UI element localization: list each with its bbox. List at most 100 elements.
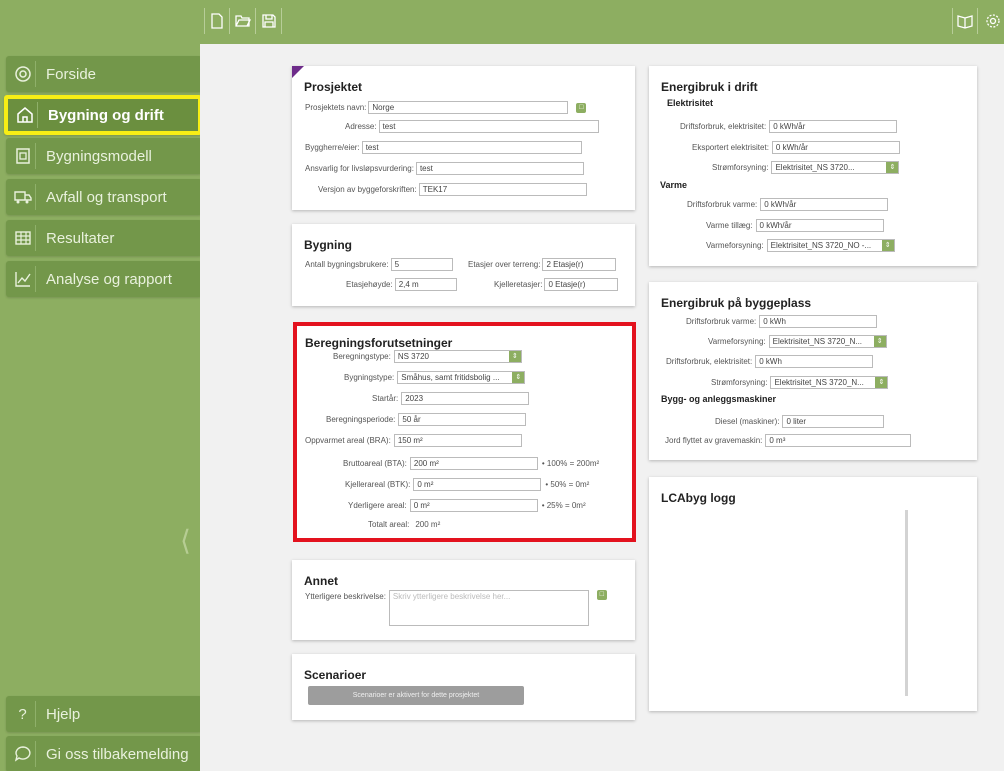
chevron-updown-icon: ⇕ — [873, 336, 886, 347]
row-varmefors: Varmeforsyning: Elektrisitet_NS 3720_NO … — [706, 239, 895, 252]
bygg-drift-el-input[interactable]: 0 kWh — [755, 355, 874, 368]
nav-forside[interactable]: Forside — [6, 56, 202, 92]
brukere-input[interactable]: 5 — [390, 258, 453, 271]
nav-label: Forside — [46, 65, 97, 83]
row-bygg-varmefors: Varmeforsyning: Elektrisitet_NS 3720_N..… — [708, 335, 887, 348]
chevron-updown-icon: ⇕ — [886, 162, 899, 173]
app-window: Forside Bygning og drift Bygningsmodell … — [0, 0, 1004, 771]
row-btk: Kjellerareal (BTK): 0 m² • 50% = 0m² — [345, 478, 590, 491]
row-byggherre: Byggherre/eier: test — [305, 141, 582, 154]
row-beskrivelse: Ytterligere beskrivelse: Skriv ytterlige… — [305, 590, 607, 626]
book-icon — [957, 15, 973, 29]
row-kjeller: Kjelleretasjer: 0 Etasje(r) — [494, 278, 619, 291]
log-scrollbar[interactable] — [905, 510, 908, 696]
section-title-maskiner: Bygg- og anleggsmaskiner — [661, 394, 777, 404]
etasjer-input[interactable]: 2 Etasje(r) — [542, 258, 617, 271]
building-model-icon — [10, 143, 36, 169]
row-totalt: Totalt areal: 200 m² — [368, 520, 441, 529]
row-beregningstype: Beregningstype: NS 3720 ⇕ — [333, 350, 522, 363]
open-folder-button[interactable] — [230, 8, 256, 34]
row-startar: Startår: 2023 — [372, 392, 530, 405]
row-adresse: Adresse: test — [345, 120, 599, 133]
chevron-updown-icon: ⇕ — [512, 372, 525, 383]
house-icon — [12, 102, 38, 128]
sidebar: Forside Bygning og drift Bygningsmodell … — [0, 44, 202, 771]
edit-icon[interactable]: □ — [596, 590, 607, 600]
periode-input[interactable]: 50 år — [398, 413, 527, 426]
row-bta: Bruttoareal (BTA): 200 m² • 100% = 200m² — [343, 457, 600, 470]
card-title: Energibruk i drift — [661, 80, 758, 94]
row-eksport: Eksportert elektrisitet: 0 kWh/år — [692, 141, 900, 154]
nav-label: Resultater — [46, 229, 115, 247]
truck-icon — [10, 184, 36, 210]
beregningstype-select[interactable]: NS 3720 ⇕ — [393, 350, 522, 363]
chevron-updown-icon: ⇕ — [875, 377, 888, 388]
bygg-varmefors-select[interactable]: Elektrisitet_NS 3720_N... ⇕ — [768, 335, 887, 348]
nav-resultater[interactable]: Resultater — [6, 220, 202, 256]
byggherre-input[interactable]: test — [361, 141, 582, 154]
row-tillaeg: Varme tillæg: 0 kWh/år — [706, 219, 884, 232]
totalt-value: 200 m² — [415, 520, 441, 529]
nav-feedback[interactable]: Gi oss tilbakemelding — [6, 736, 202, 771]
eksport-input[interactable]: 0 kWh/år — [771, 141, 900, 154]
btk-input[interactable]: 0 m² — [413, 478, 542, 491]
save-button[interactable] — [256, 8, 282, 34]
file-icon — [211, 13, 223, 29]
startar-input[interactable]: 2023 — [401, 392, 530, 405]
nav-label: Avfall og transport — [46, 188, 167, 206]
scenarioer-button[interactable]: Scenarioer er aktivert for dette prosjek… — [308, 686, 524, 705]
row-ytre: Yderligere areal: 0 m² • 25% = 0m² — [348, 499, 586, 512]
row-periode: Beregningsperiode: 50 år — [326, 413, 527, 426]
nav-analyse-og-rapport[interactable]: Analyse og rapport — [6, 261, 202, 297]
beskrivelse-textarea[interactable]: Skriv ytterligere beskrivelse her... — [388, 590, 589, 626]
bra-input[interactable]: 150 m² — [393, 434, 522, 447]
nav-bygningsmodell[interactable]: Bygningsmodell — [6, 138, 202, 174]
new-file-button[interactable] — [204, 8, 230, 34]
bygningstype-select[interactable]: Småhus, samt fritidsbolig ... ⇕ — [397, 371, 526, 384]
nav-avfall-og-transport[interactable]: Avfall og transport — [6, 179, 202, 215]
nav-hjelp[interactable]: ? Hjelp — [6, 696, 202, 732]
main-content: Prosjektet Prosjektets navn: Norge □ Adr… — [200, 44, 1004, 771]
bygg-drift-varme-input[interactable]: 0 kWh — [759, 315, 878, 328]
manual-button[interactable] — [952, 8, 978, 34]
nav-bygning-og-drift[interactable]: Bygning og drift — [4, 95, 202, 135]
settings-button[interactable] — [980, 8, 1004, 34]
row-bygg-strom: Strømforsyning: Elektrisitet_NS 3720_N..… — [711, 376, 889, 389]
diesel-input[interactable]: 0 liter — [782, 415, 885, 428]
tillaeg-input[interactable]: 0 kWh/år — [755, 219, 884, 232]
bta-input[interactable]: 200 m² — [409, 457, 538, 470]
bygg-strom-select[interactable]: Elektrisitet_NS 3720_N... ⇕ — [770, 376, 889, 389]
row-brukere: Antall bygningsbrukere: 5 — [305, 258, 453, 271]
drift-el-input[interactable]: 0 kWh/år — [769, 120, 898, 133]
versjon-input[interactable]: TEK17 — [418, 183, 587, 196]
kjeller-input[interactable]: 0 Etasje(r) — [544, 278, 619, 291]
section-title-varme: Varme — [660, 180, 688, 190]
ytre-input[interactable]: 0 m² — [409, 499, 538, 512]
ansvarlig-input[interactable]: test — [415, 162, 584, 175]
card-title: LCAbyg logg — [661, 491, 736, 505]
section-title: Elektrisitet — [667, 98, 714, 108]
edit-icon[interactable]: □ — [576, 102, 587, 113]
nav-label: Analyse og rapport — [46, 270, 172, 288]
card-logg: LCAbyg logg — [649, 477, 977, 711]
strom-select[interactable]: Elektrisitet_NS 3720... ⇕ — [771, 161, 900, 174]
collapse-sidebar-chevron-icon[interactable]: ⟨ — [180, 524, 191, 557]
row-etasjer: Etasjer over terreng: 2 Etasje(r) — [468, 258, 617, 271]
jord-input[interactable]: 0 m³ — [765, 434, 912, 447]
row-bygningstype: Bygningstype: Småhus, samt fritidsbolig … — [344, 371, 526, 384]
chevron-updown-icon: ⇕ — [881, 240, 894, 251]
row-strom: Strømforsyning: Elektrisitet_NS 3720... ⇕ — [712, 161, 900, 174]
row-prosjekt-navn: Prosjektets navn: Norge □ — [305, 101, 587, 114]
row-ansvarlig: Ansvarlig for livsløpsvurdering: test — [305, 162, 584, 175]
chevron-updown-icon: ⇕ — [508, 351, 521, 362]
home-circle-icon — [10, 61, 36, 87]
adresse-input[interactable]: test — [378, 120, 599, 133]
row-drift-varme: Driftsforbruk varme: 0 kWh/år — [687, 198, 889, 211]
prosjekt-navn-input[interactable]: Norge — [368, 101, 569, 114]
drift-varme-input[interactable]: 0 kWh/år — [760, 198, 889, 211]
row-bygg-drift-el: Driftsforbruk, elektrisitet: 0 kWh — [666, 355, 874, 368]
varmefors-select[interactable]: Elektrisitet_NS 3720_NO -... ⇕ — [766, 239, 895, 252]
row-jord: Jord flyttet av gravemaskin: 0 m³ — [665, 434, 912, 447]
row-bra: Oppvarmet areal (BRA): 150 m² — [305, 434, 522, 447]
hoyde-input[interactable]: 2,4 m — [394, 278, 457, 291]
